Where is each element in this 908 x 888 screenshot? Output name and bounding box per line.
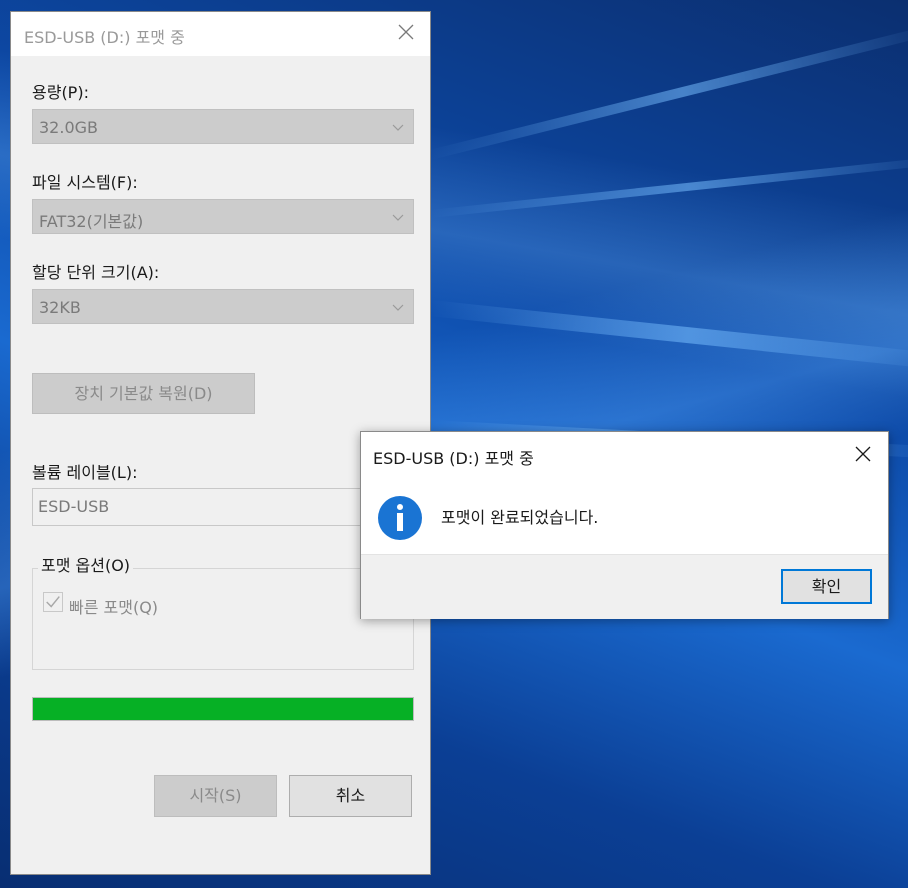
wallpaper-light-beam bbox=[428, 24, 908, 160]
format-dialog-titlebar[interactable]: ESD-USB (D:) 포맷 중 bbox=[11, 12, 430, 56]
progress-fill bbox=[33, 698, 413, 720]
capacity-value: 32.0GB bbox=[39, 118, 98, 137]
message-text: 포맷이 완료되었습니다. bbox=[441, 508, 599, 527]
allocation-size-label: 할당 단위 크기(A): bbox=[32, 263, 160, 282]
ok-button[interactable]: 확인 bbox=[781, 569, 872, 604]
allocation-size-value: 32KB bbox=[39, 298, 81, 317]
filesystem-value: FAT32(기본값) bbox=[39, 212, 144, 231]
chevron-down-icon bbox=[392, 304, 404, 311]
filesystem-select[interactable]: FAT32(기본값) bbox=[32, 199, 414, 234]
chevron-down-icon bbox=[392, 124, 404, 131]
allocation-size-select[interactable]: 32KB bbox=[32, 289, 414, 324]
cancel-button[interactable]: 취소 bbox=[289, 775, 412, 817]
format-dialog-title: ESD-USB (D:) 포맷 중 bbox=[24, 28, 185, 47]
format-progress-bar bbox=[32, 697, 414, 721]
checkmark-icon bbox=[46, 596, 60, 608]
format-options-group bbox=[32, 568, 414, 670]
restore-defaults-button[interactable]: 장치 기본값 복원(D) bbox=[32, 373, 255, 414]
volume-label-value: ESD-USB bbox=[38, 497, 110, 516]
close-icon[interactable] bbox=[396, 22, 416, 42]
message-box-footer: 확인 bbox=[361, 554, 888, 619]
message-box-title: ESD-USB (D:) 포맷 중 bbox=[373, 449, 534, 468]
volume-label-input[interactable]: ESD-USB bbox=[32, 488, 414, 526]
close-icon[interactable] bbox=[854, 445, 872, 463]
capacity-select[interactable]: 32.0GB bbox=[32, 109, 414, 144]
filesystem-label: 파일 시스템(F): bbox=[32, 173, 138, 192]
volume-label-label: 볼륨 레이블(L): bbox=[32, 463, 138, 482]
start-button[interactable]: 시작(S) bbox=[154, 775, 277, 817]
format-options-legend: 포맷 옵션(O) bbox=[38, 552, 134, 576]
chevron-down-icon bbox=[392, 214, 404, 221]
quick-format-checkbox[interactable] bbox=[43, 592, 63, 612]
completion-message-box: ESD-USB (D:) 포맷 중 포맷이 완료되었습니다. 확인 bbox=[360, 431, 889, 619]
quick-format-label[interactable]: 빠른 포맷(Q) bbox=[69, 594, 158, 618]
capacity-label: 용량(P): bbox=[32, 83, 89, 102]
wallpaper-light-beam bbox=[429, 155, 908, 218]
info-icon bbox=[378, 496, 422, 540]
wallpaper-light-beam bbox=[429, 300, 908, 371]
